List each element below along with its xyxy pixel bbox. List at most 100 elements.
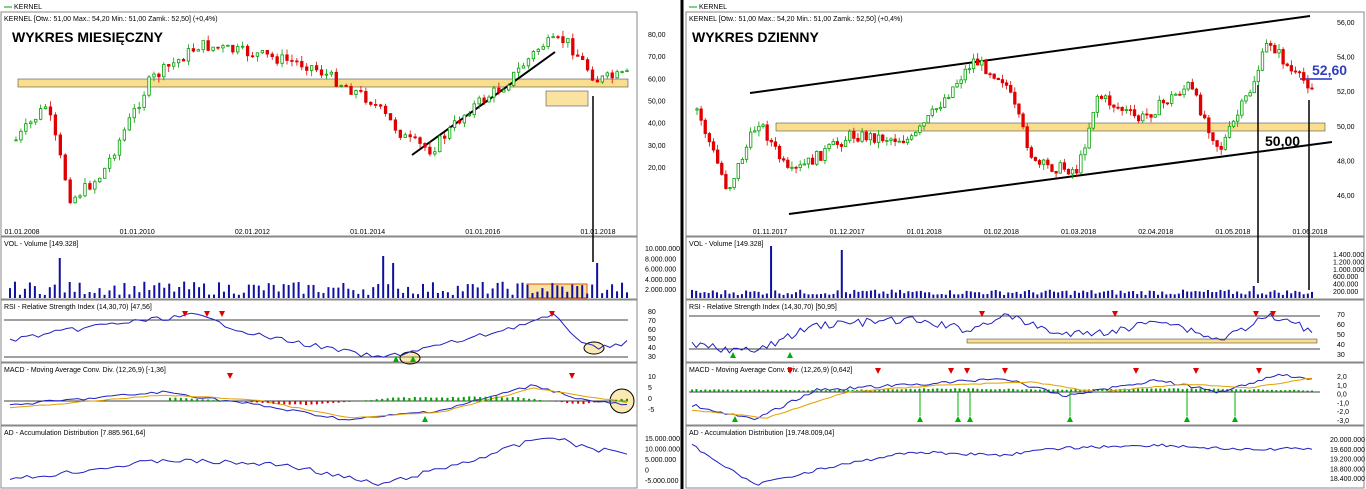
right-macd-bar xyxy=(1141,388,1144,392)
left-macd-bar xyxy=(582,401,585,405)
left-candle xyxy=(147,76,151,96)
left-volume-bar xyxy=(387,284,390,298)
right-macd-bar xyxy=(757,389,760,392)
right-macd-bar xyxy=(891,389,894,392)
left-volume-bar xyxy=(377,284,380,298)
left-macd-bar xyxy=(489,396,492,401)
right-volume-bar xyxy=(782,294,785,298)
left-volume-bar xyxy=(397,288,400,298)
right-volume-bar xyxy=(807,294,810,298)
left-candle xyxy=(260,49,265,54)
right-volume-bar xyxy=(844,292,847,298)
right-volume-bar xyxy=(1090,290,1093,298)
right-macd-bar xyxy=(1150,388,1153,392)
left-rsi-header: RSI - Relative Strength Index (14,30,70)… xyxy=(4,304,152,311)
right-rsi-buy-marker xyxy=(730,352,736,358)
right-rsi-header: RSI - Relative Strength Index (14,30,70)… xyxy=(689,304,837,311)
right-vol-tick: 600.000 xyxy=(1333,274,1358,281)
left-macd-bar xyxy=(250,401,253,403)
left-rsi-tick: 70 xyxy=(648,318,656,325)
left-candle xyxy=(393,119,398,131)
left-vol-tick: 10.000.000 xyxy=(645,246,680,253)
right-candle xyxy=(831,141,835,145)
left-volume-bar xyxy=(13,281,16,298)
left-volume-bar xyxy=(352,290,355,298)
right-ad-line xyxy=(691,443,1313,486)
left-macd-bar xyxy=(190,398,193,401)
right-macd-bar xyxy=(1021,389,1024,392)
right-candle xyxy=(1124,109,1128,112)
right-volume-bar xyxy=(894,292,897,298)
left-candle xyxy=(221,45,225,49)
right-volume-bar xyxy=(836,290,839,298)
right-volume-bar xyxy=(953,294,956,298)
right-macd-buy-marker xyxy=(955,416,961,422)
right-macd-header: MACD - Moving Average Conv. Div. (12,26,… xyxy=(689,367,852,374)
left-macd-bar xyxy=(326,401,329,404)
left-volume-bar xyxy=(611,284,614,298)
right-candle xyxy=(835,141,839,145)
left-macd-bar xyxy=(533,398,536,401)
left-candle xyxy=(359,90,363,92)
right-volume-bar xyxy=(1294,290,1297,298)
right-candle xyxy=(1025,126,1029,148)
right-candle xyxy=(1066,168,1071,175)
left-price-panel xyxy=(0,11,638,237)
right-price-tick: 54,00 xyxy=(1337,55,1355,62)
left-volume-bar xyxy=(591,284,594,298)
left-macd-sell-marker xyxy=(227,373,233,379)
generated-marks: 80,0070,0060,0050,0040,0030,0020,0001.01… xyxy=(4,20,1365,486)
right-candle xyxy=(1120,107,1124,111)
left-macd-bar xyxy=(261,401,264,403)
right-candle xyxy=(1194,88,1199,96)
left-candle xyxy=(201,40,205,51)
left-macd-line xyxy=(9,384,628,421)
right-macd-bar xyxy=(717,389,720,392)
right-date-tick: 01.01.2018 xyxy=(907,229,942,236)
right-volume-bar xyxy=(1077,292,1080,298)
right-volume-bar xyxy=(1048,289,1051,298)
left-candle xyxy=(275,56,279,64)
left-legend-label: KERNEL xyxy=(14,4,42,11)
right-candle xyxy=(926,115,930,124)
right-candle xyxy=(922,122,926,127)
right-macd-bar xyxy=(838,389,841,392)
right-macd-bar xyxy=(704,389,707,392)
left-macd-bar xyxy=(511,397,514,401)
right-macd-bar xyxy=(1235,389,1238,392)
right-macd-bar xyxy=(731,389,734,392)
right-volume-bar xyxy=(869,290,872,298)
right-candle xyxy=(872,133,877,143)
right-candle xyxy=(1013,91,1017,105)
right-volume-bar xyxy=(757,291,760,298)
left-rsi-tick: 40 xyxy=(648,345,656,352)
right-macd-bar xyxy=(914,389,917,392)
left-price-header: KERNEL [Otw.: 51,00 Max.: 54,20 Min.: 51… xyxy=(4,16,218,23)
right-volume-bar xyxy=(1215,292,1218,298)
right-candle xyxy=(1042,159,1046,165)
left-candle xyxy=(63,154,67,181)
right-volume-bar xyxy=(1186,291,1189,298)
left-volume-bar xyxy=(242,292,245,298)
left-candle xyxy=(73,196,77,204)
left-volume-bar xyxy=(441,291,444,298)
right-macd-bar xyxy=(958,388,961,392)
right-volume-bar xyxy=(1119,290,1122,298)
left-candle xyxy=(206,40,210,51)
right-macd-bar xyxy=(1248,389,1251,392)
left-candle xyxy=(250,55,255,58)
left-candle xyxy=(467,114,471,117)
right-macd-bar xyxy=(1266,389,1269,392)
left-volume-bar xyxy=(521,282,524,298)
right-candle xyxy=(1186,82,1190,90)
right-date-tick: 01.05.2018 xyxy=(1215,229,1250,236)
left-candle xyxy=(369,101,373,105)
left-candle xyxy=(531,51,536,60)
right-candle xyxy=(1141,113,1145,122)
right-volume-bar xyxy=(924,292,927,298)
left-volume-bar xyxy=(18,294,21,298)
left-volume-bar xyxy=(43,294,46,298)
left-candle xyxy=(83,183,87,197)
right-date-tick: 01.06.2018 xyxy=(1292,229,1327,236)
right-candle xyxy=(1223,136,1227,150)
